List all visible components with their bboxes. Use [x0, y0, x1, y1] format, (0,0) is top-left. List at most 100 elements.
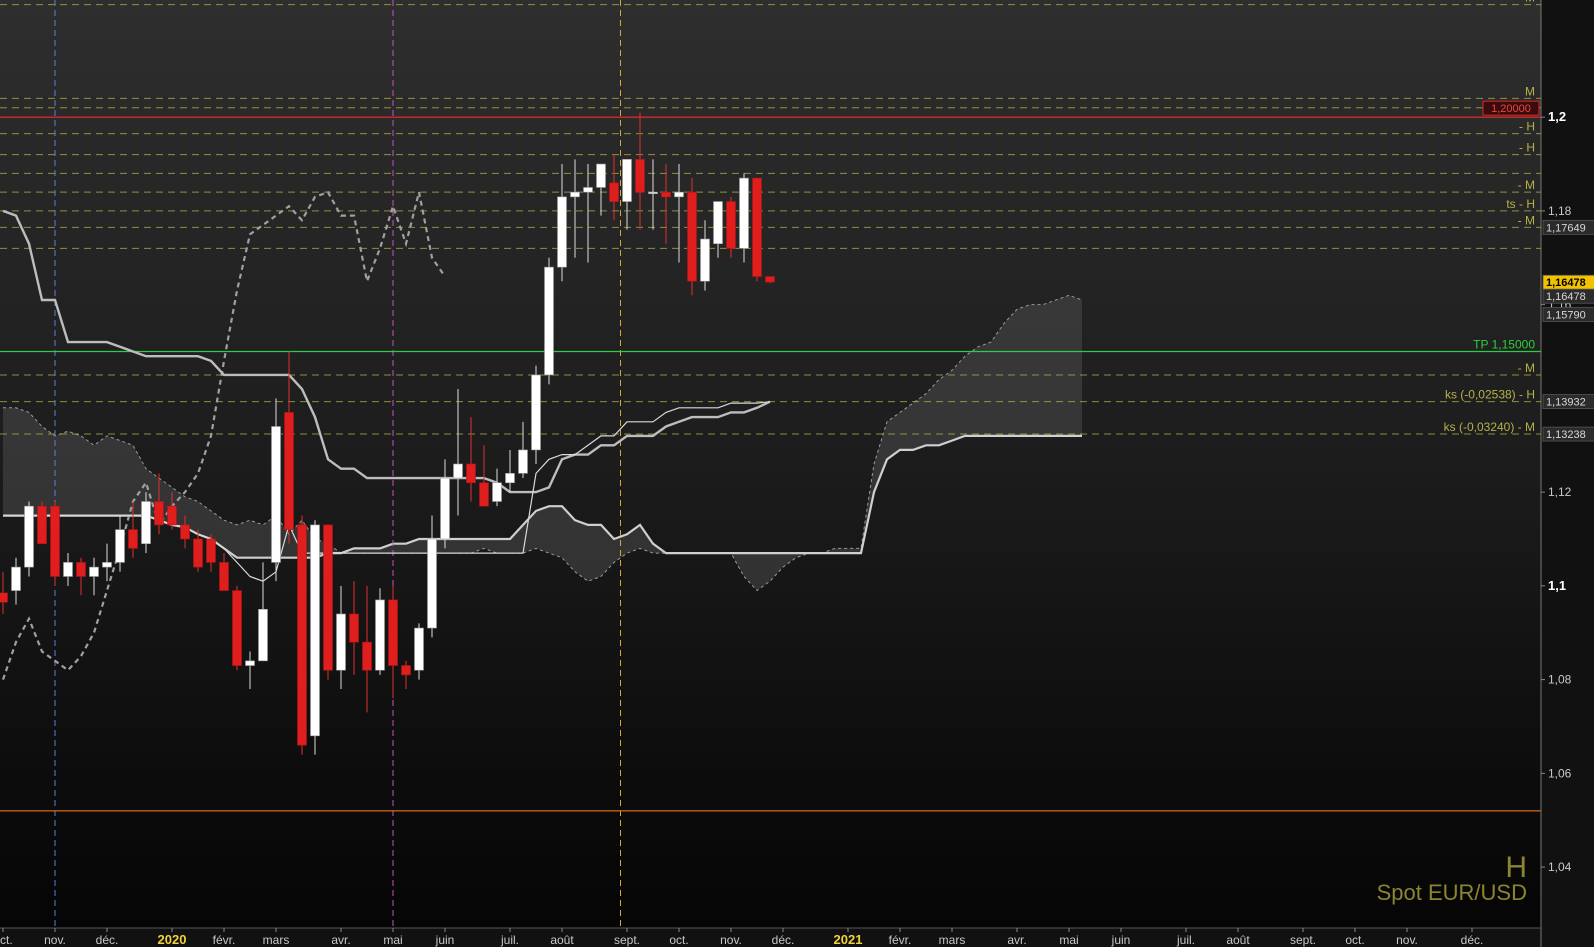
x-tick-label-11: sept. [614, 933, 640, 947]
x-tick-label-23: sept. [1290, 933, 1316, 947]
level-label-0: - M [1518, 0, 1535, 5]
candle-body-42[interactable] [544, 266, 554, 376]
candle-body-10[interactable] [128, 529, 138, 549]
candle-body-32[interactable] [414, 627, 424, 671]
candle-body-25[interactable] [323, 524, 333, 671]
candle-body-50[interactable] [648, 191, 658, 194]
candle-body-12[interactable] [154, 501, 164, 526]
candle-body-18[interactable] [232, 590, 242, 666]
x-tick-label-10: août [550, 933, 574, 947]
candle-body-20[interactable] [258, 608, 268, 662]
candle-body-58[interactable] [752, 177, 762, 277]
x-tick-label-1: nov. [44, 933, 66, 947]
candle-body-13[interactable] [167, 505, 177, 526]
candle-body-33[interactable] [427, 538, 437, 629]
candle-body-11[interactable] [141, 501, 151, 544]
candle-body-21[interactable] [271, 426, 281, 563]
candle-body-48[interactable] [622, 159, 632, 202]
level-label-1: M [1525, 84, 1535, 98]
x-tick-label-0: oct. [0, 933, 13, 947]
candle-body-47[interactable] [609, 182, 619, 202]
candle-body-35[interactable] [453, 463, 463, 479]
candle-body-57[interactable] [739, 177, 749, 249]
x-tick-label-13: nov. [720, 933, 742, 947]
candle-body-9[interactable] [115, 529, 125, 563]
candle-body-23[interactable] [297, 524, 307, 746]
candle-body-59[interactable] [765, 276, 775, 283]
x-tick-label-16: févr. [889, 933, 912, 947]
candle-body-15[interactable] [193, 538, 203, 568]
candle-body-51[interactable] [661, 191, 671, 198]
candle-body-40[interactable] [518, 449, 528, 474]
candle-body-22[interactable] [284, 412, 294, 530]
price-badge-4: 1,13932 [1546, 397, 1586, 409]
level-label-12: - M [1518, 361, 1535, 375]
candle-body-6[interactable] [76, 562, 86, 577]
candle-body-53[interactable] [687, 191, 697, 282]
x-tick-label-12: oct. [669, 933, 688, 947]
x-tick-label-18: avr. [1007, 933, 1026, 947]
candle-body-28[interactable] [362, 641, 372, 671]
level-label-7: - M [1518, 178, 1535, 192]
chart-window: - M M 1,20000 - H - H - M ts - H - M TP 1,15000 -… [0, 0, 1594, 947]
level-label-8: ts - H [1506, 197, 1535, 211]
x-tick-label-19: mai [1059, 933, 1078, 947]
candle-body-24[interactable] [310, 524, 320, 737]
candle-body-39[interactable] [505, 473, 515, 484]
ichimoku-candlestick-chart[interactable]: - M M 1,20000 - H - H - M ts - H - M TP 1,15000 -… [0, 0, 1594, 947]
candle-body-29[interactable] [375, 599, 385, 671]
candle-body-37[interactable] [479, 482, 489, 507]
candle-body-41[interactable] [531, 374, 541, 451]
candle-body-45[interactable] [583, 187, 593, 193]
x-tick-label-4: févr. [213, 933, 236, 947]
candle-body-34[interactable] [440, 477, 450, 540]
level-badge-3: 1,20000 [1491, 103, 1531, 115]
price-badge-3: 1,15790 [1546, 309, 1586, 321]
level-label-9: - M [1518, 213, 1535, 227]
x-tick-label-5: mars [263, 933, 290, 947]
candle-body-44[interactable] [570, 191, 580, 198]
candle-body-14[interactable] [180, 524, 190, 540]
candle-body-0[interactable] [0, 592, 8, 603]
candle-body-4[interactable] [50, 505, 60, 577]
x-tick-label-24: oct. [1345, 933, 1364, 947]
x-tick-label-25: nov. [1396, 933, 1418, 947]
candle-body-30[interactable] [388, 599, 398, 666]
price-badge-2: 1,16478 [1546, 291, 1586, 303]
candle-body-19[interactable] [245, 660, 255, 666]
candle-body-49[interactable] [635, 159, 645, 193]
candle-body-5[interactable] [63, 562, 73, 577]
candle-body-1[interactable] [11, 566, 21, 591]
candle-body-3[interactable] [37, 505, 47, 544]
candle-body-26[interactable] [336, 613, 346, 671]
candle-body-8[interactable] [102, 562, 112, 568]
candle-body-52[interactable] [674, 191, 684, 198]
candle-body-7[interactable] [89, 566, 99, 577]
watermark-instrument: Spot EUR/USD [1377, 880, 1527, 905]
x-tick-label-15: 2021 [834, 932, 863, 947]
y-tick-label-7: 1,2 [1548, 109, 1566, 124]
x-tick-label-26: déc. [1461, 933, 1484, 947]
candle-body-43[interactable] [557, 196, 567, 268]
x-tick-label-7: mai [383, 933, 402, 947]
candle-body-17[interactable] [219, 562, 229, 591]
level-label-14: ks (-0,03240) - M [1444, 420, 1535, 434]
candle-body-2[interactable] [24, 505, 34, 568]
y-tick-label-4: 1,12 [1548, 485, 1572, 499]
candle-body-46[interactable] [596, 163, 606, 188]
candle-body-31[interactable] [401, 665, 411, 676]
candle-body-54[interactable] [700, 238, 710, 282]
y-tick-label-6: 1,18 [1548, 204, 1572, 218]
price-badge-5: 1,13238 [1546, 429, 1586, 441]
candle-body-55[interactable] [713, 201, 723, 245]
x-tick-label-3: 2020 [158, 932, 187, 947]
x-tick-label-9: juil. [500, 933, 519, 947]
level-label-11: TP 1,15000 [1473, 338, 1535, 352]
candle-body-36[interactable] [466, 463, 476, 484]
x-tick-label-6: avr. [331, 933, 350, 947]
candle-body-38[interactable] [492, 482, 502, 502]
candle-body-56[interactable] [726, 201, 736, 249]
price-badge-1: 1,16478 [1546, 277, 1586, 289]
candle-body-27[interactable] [349, 613, 359, 643]
candle-body-16[interactable] [206, 538, 216, 563]
